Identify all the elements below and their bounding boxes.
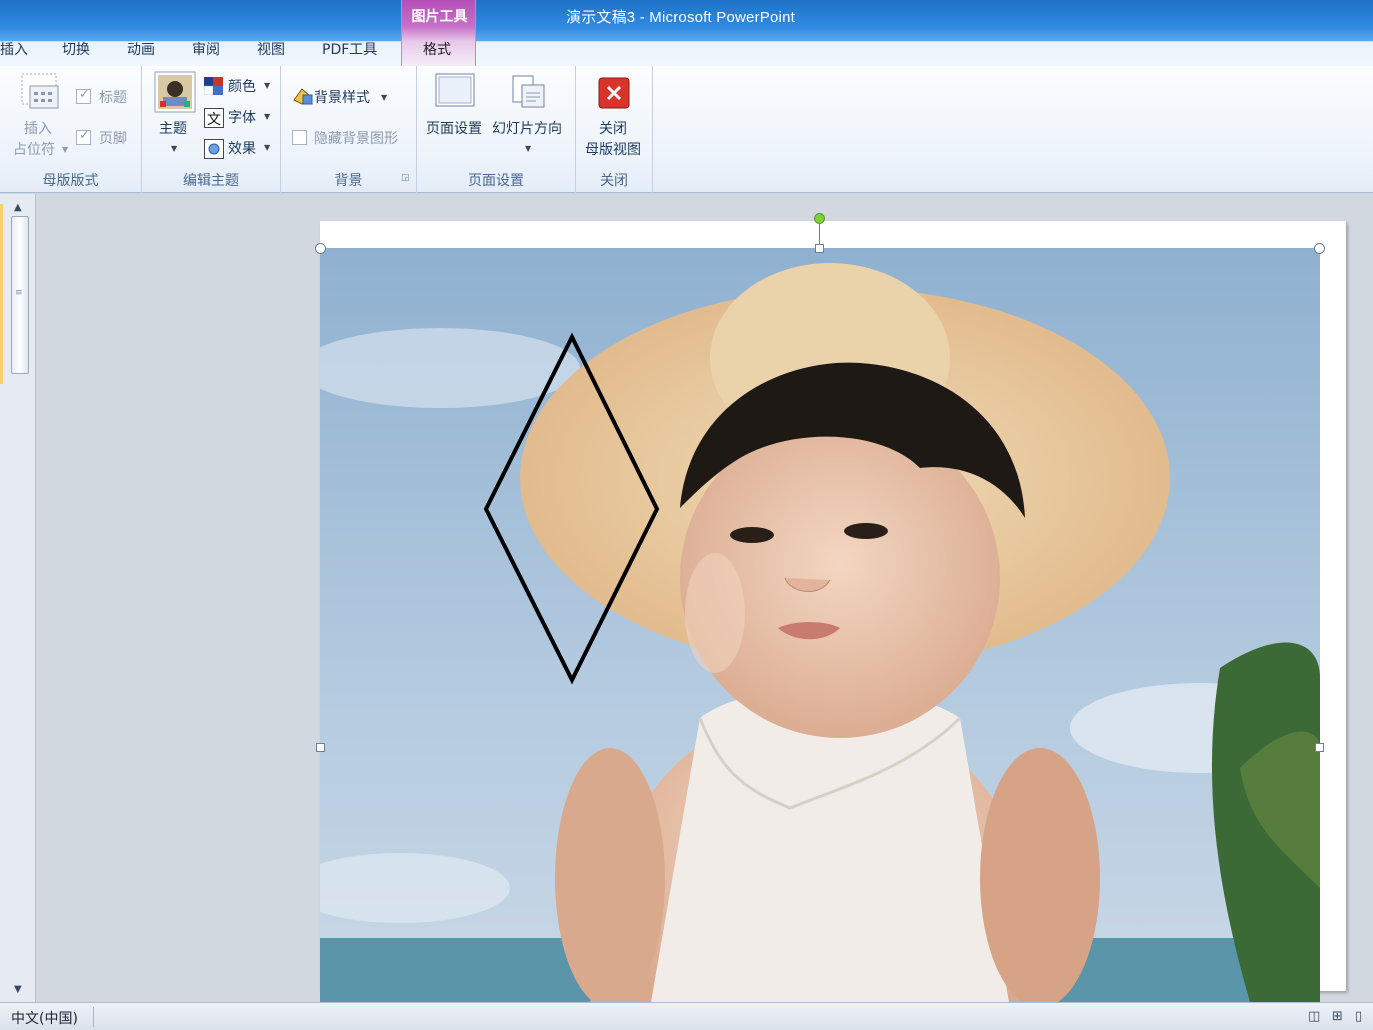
selected-picture[interactable]: [320, 248, 1320, 1002]
group-master-layout: 插入 占位符 ▼ 标题 页脚 母版版式: [0, 66, 142, 193]
resize-handle-top[interactable]: [815, 244, 824, 253]
slide-orientation-label[interactable]: 幻灯片方向: [492, 118, 562, 138]
vertical-scrollbar[interactable]: ▲ ≡ ▼: [10, 198, 30, 998]
group-close: 关闭 母版视图 关闭: [576, 66, 653, 193]
resize-handle-top-left[interactable]: [315, 243, 326, 254]
insert-placeholder-label-1[interactable]: 插入: [24, 118, 52, 138]
group-label-background: 背景: [334, 173, 363, 189]
effects-label[interactable]: 效果: [228, 138, 256, 158]
footer-checkbox-label: 页脚: [99, 131, 127, 147]
title-checkbox[interactable]: [76, 87, 91, 104]
theme-icon[interactable]: [154, 71, 196, 117]
title-bar: 图片工具 格式 演示文稿3 - Microsoft PowerPoint 插入 …: [0, 0, 1373, 66]
resize-handle-right[interactable]: [1315, 743, 1324, 752]
background-styles-label[interactable]: 背景样式: [314, 87, 370, 107]
footer-checkbox[interactable]: [76, 128, 91, 145]
chevron-down-icon: ▼: [264, 112, 271, 121]
tab-pdf-tools[interactable]: PDF工具: [322, 39, 377, 59]
insert-placeholder-label-2[interactable]: 占位符: [13, 139, 55, 159]
dialog-launcher-icon[interactable]: ◲: [401, 173, 410, 183]
slide-thumbnail-panel[interactable]: ▲ ≡ ▼: [0, 194, 36, 1002]
chevron-down-icon: ▼: [264, 143, 271, 152]
theme-button-label[interactable]: 主题: [159, 118, 187, 138]
group-edit-theme: 主题 ▼ 颜色 ▼ 文 字体 ▼ 效果 ▼ 编辑主题: [142, 66, 281, 193]
page-setup-button-label[interactable]: 页面设置: [426, 118, 482, 138]
effects-icon[interactable]: [204, 139, 224, 163]
picture-tools-label: 图片工具: [411, 9, 468, 25]
scroll-down-icon[interactable]: ▼: [14, 984, 22, 995]
scroll-up-icon[interactable]: ▲: [14, 202, 22, 213]
tab-format[interactable]: 格式: [423, 39, 451, 59]
chevron-down-icon: ▼: [381, 93, 388, 102]
close-master-view-label-2[interactable]: 母版视图: [585, 139, 641, 159]
slide-sorter-view-icon[interactable]: ⊞: [1332, 1009, 1348, 1024]
current-slide-marker: [0, 204, 3, 384]
hide-background-graphics-label: 隐藏背景图形: [314, 131, 398, 147]
tab-transitions[interactable]: 切换: [62, 39, 90, 59]
status-bar: 中文(中国) ◫ ⊞ ▯: [0, 1002, 1373, 1030]
title-checkbox-label: 标题: [99, 90, 127, 106]
group-label-close: 关闭: [600, 173, 628, 189]
chevron-down-icon: ▼: [171, 144, 178, 153]
resize-handle-top-right[interactable]: [1314, 243, 1325, 254]
svg-text:文: 文: [207, 112, 221, 128]
hide-background-graphics-checkbox[interactable]: [292, 130, 307, 145]
picture-tools-context-group: 图片工具 格式: [401, 0, 476, 66]
page-setup-icon[interactable]: [435, 73, 475, 111]
colors-label[interactable]: 颜色: [228, 76, 256, 96]
group-label-edit-theme: 编辑主题: [183, 173, 239, 189]
close-master-view-label-1[interactable]: 关闭: [599, 118, 627, 138]
tab-view[interactable]: 视图: [257, 39, 285, 59]
tab-animations[interactable]: 动画: [127, 39, 155, 59]
ribbon: 插入 占位符 ▼ 标题 页脚 母版版式 主题 ▼ 颜色: [0, 66, 1373, 193]
close-master-view-icon[interactable]: [598, 77, 630, 113]
fonts-label[interactable]: 字体: [228, 107, 256, 127]
background-styles-icon[interactable]: [291, 86, 313, 110]
chevron-down-icon: ▼: [525, 144, 532, 153]
slide-orientation-icon[interactable]: [512, 73, 548, 113]
language-indicator[interactable]: 中文(中国): [11, 1008, 78, 1028]
resize-handle-left[interactable]: [316, 743, 325, 752]
normal-view-icon[interactable]: ◫: [1308, 1009, 1324, 1024]
scrollbar-thumb[interactable]: ≡: [11, 216, 29, 374]
window-title: 演示文稿3 - Microsoft PowerPoint: [566, 9, 795, 26]
group-label-page-setup: 页面设置: [468, 173, 524, 189]
chevron-down-icon: ▼: [264, 81, 271, 90]
chevron-down-icon: ▼: [62, 145, 69, 154]
grip-icon: ≡: [15, 288, 23, 298]
slide-editing-canvas[interactable]: [37, 194, 1373, 1002]
tab-insert[interactable]: 插入: [0, 39, 28, 59]
reading-view-icon[interactable]: ▯: [1355, 1009, 1371, 1024]
group-page-setup: 页面设置 幻灯片方向 ▼ 页面设置: [417, 66, 576, 193]
group-label-master-layout: 母版版式: [42, 173, 99, 189]
status-divider: [93, 1007, 94, 1027]
colors-icon[interactable]: [203, 77, 223, 99]
fonts-icon[interactable]: 文: [204, 108, 224, 132]
tab-review[interactable]: 审阅: [192, 39, 220, 59]
insert-placeholder-icon[interactable]: [20, 72, 60, 116]
group-background: 背景样式 ▼ 隐藏背景图形 背景 ◲: [281, 66, 417, 193]
rotation-handle[interactable]: [814, 213, 825, 224]
